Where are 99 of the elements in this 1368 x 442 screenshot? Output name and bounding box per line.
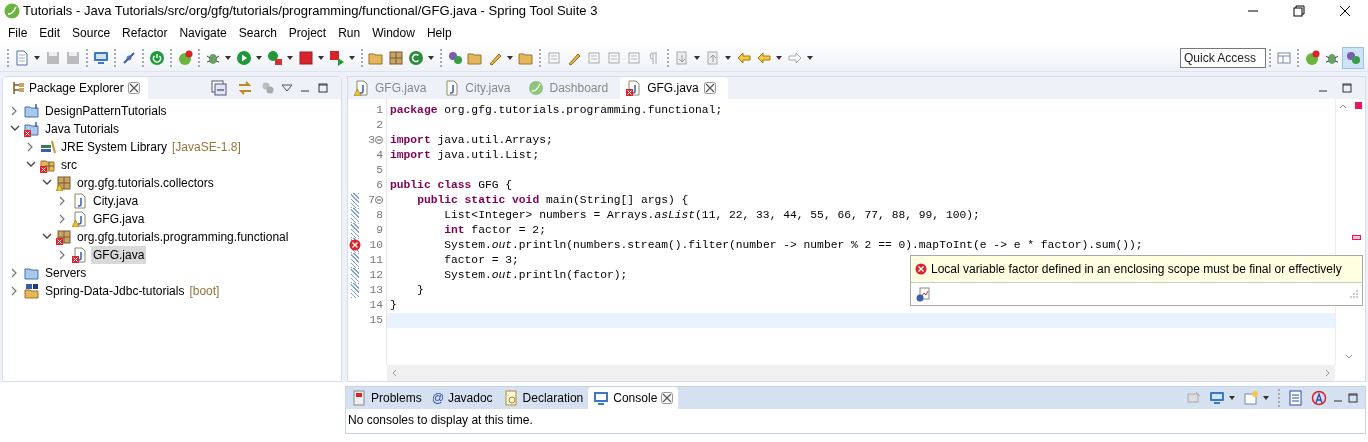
tree-item[interactable]: org.gfg.tutorials.programming.functional <box>75 228 291 246</box>
code-line: import java.util.List; <box>390 149 540 161</box>
code-line: import java.util.Arrays; <box>390 134 553 146</box>
error-message: Local variable factor defined in an enclosing scope must be final or effectively <box>931 261 1342 278</box>
error-overview-marker <box>1355 102 1362 109</box>
close-icon[interactable] <box>127 82 140 94</box>
library-icon <box>40 139 56 155</box>
code-line: System.out.println(numbers.stream().filter(number -> number % 2 == 0).mapToInt(e -> e * factor).sum()); <box>443 239 1143 251</box>
code-line: public class GFG { <box>390 179 513 191</box>
fold-icon[interactable] <box>375 136 383 144</box>
panel-tab[interactable]: Declaration <box>497 387 589 409</box>
tree-item[interactable]: Java Tutorials <box>43 120 122 138</box>
line-number: 4 <box>376 149 383 161</box>
line-number: 5 <box>376 164 383 176</box>
folder-icon <box>24 265 40 281</box>
close-icon[interactable] <box>661 392 674 404</box>
menu-item[interactable]: Navigate <box>173 24 233 42</box>
close-icon[interactable] <box>1339 5 1351 17</box>
declaration-icon <box>502 390 519 406</box>
line-number: 3 <box>368 134 375 146</box>
tree-item-decoration: [boot] <box>189 283 220 300</box>
spheres-icon[interactable] <box>1342 46 1364 69</box>
fold-icon[interactable] <box>375 196 383 204</box>
editor-tab[interactable]: GFG.java <box>620 77 728 99</box>
problems-icon <box>351 390 367 406</box>
code-line: factor = 3; <box>443 254 519 266</box>
line-number: 15 <box>369 314 383 326</box>
tree-item-decoration: [JavaSE-1.8] <box>172 139 241 156</box>
code-line: int factor = 2; <box>443 224 546 236</box>
line-number: 1 <box>376 104 383 116</box>
error-overview-marker <box>1352 235 1361 240</box>
tree-item[interactable]: GFG.java <box>91 246 147 264</box>
circled-letter-icon[interactable] <box>1309 388 1329 408</box>
resize-grip-icon[interactable] <box>1350 290 1358 298</box>
view-menu-icon[interactable] <box>281 82 293 94</box>
line-number: 11 <box>369 254 383 266</box>
line-number: 8 <box>376 209 383 221</box>
line-number: 6 <box>376 179 383 191</box>
code-line: package org.gfg.tutorials.programming.functional; <box>390 104 723 116</box>
tree-item[interactable]: JRE System Library <box>59 138 170 156</box>
tree-item[interactable]: Spring-Data-Jdbc-tutorials <box>43 282 187 300</box>
scroll-up-icon[interactable] <box>1339 102 1347 110</box>
menu-item[interactable]: Refactor <box>116 24 174 42</box>
filter-icon[interactable] <box>261 81 275 95</box>
leaf-icon <box>528 80 545 96</box>
collapse-all-icon[interactable] <box>209 78 229 98</box>
package-explorer-tab[interactable]: Package Explorer <box>3 77 148 99</box>
tree-item[interactable]: src <box>59 156 79 174</box>
maximize-icon[interactable] <box>1347 392 1359 404</box>
menu-item[interactable]: Search <box>232 24 283 42</box>
line-number: 14 <box>369 299 383 311</box>
tree-item[interactable]: City.java <box>91 192 141 210</box>
quick-fix-icon[interactable] <box>915 286 931 302</box>
tree-item[interactable]: GFG.java <box>91 210 147 228</box>
project-folder-icon <box>24 103 40 119</box>
tree-item[interactable]: Servers <box>43 264 89 282</box>
line-number: 9 <box>376 224 383 236</box>
line-number: 2 <box>376 119 383 131</box>
tree-item[interactable]: org.gfg.tutorials.collectors <box>75 174 216 192</box>
maximize-icon[interactable] <box>1341 82 1353 94</box>
java-file-icon <box>444 80 461 96</box>
quick-access-field[interactable]: Quick Access <box>1180 47 1266 68</box>
menu-item[interactable]: Project <box>282 24 333 42</box>
code-line: } <box>390 299 397 311</box>
menu-item[interactable]: Edit <box>33 24 67 42</box>
project-folder-icon <box>24 283 40 299</box>
window-title: Tutorials - Java Tutorials/src/org/gfg/tutorials/programming/functional/GFG.java - Spring Tool Suite 3 <box>23 2 599 21</box>
code-line: } <box>416 284 424 296</box>
code-line: List<Integer> numbers = Arrays.asList(11, 22, 33, 44, 55, 66, 77, 88, 99, 100); <box>443 209 980 221</box>
java-file-icon <box>72 193 88 209</box>
line-number: 13 <box>369 284 383 296</box>
panel-tab[interactable]: Problems <box>346 387 427 409</box>
horizontal-scrollbar[interactable] <box>387 365 1335 381</box>
menu-item[interactable]: Help <box>420 24 458 42</box>
restore-icon[interactable] <box>1293 5 1305 17</box>
leaf-icon <box>4 3 20 19</box>
error-icon <box>915 263 927 275</box>
line-number: 12 <box>369 269 383 281</box>
menu-item[interactable]: Source <box>66 24 117 42</box>
console-message: No consoles to display at this time. <box>347 412 534 429</box>
line-number: 10 <box>369 239 383 251</box>
scroll-left-icon[interactable] <box>391 369 397 377</box>
panel-tab[interactable]: @ Javadoc <box>426 387 498 409</box>
monitor-icon <box>593 390 610 406</box>
at-sign-icon: @ <box>431 389 444 407</box>
hierarchy-icon <box>11 81 25 95</box>
scroll-right-icon[interactable] <box>1325 369 1331 377</box>
code-line: public static void main(String[] args) { <box>416 194 689 206</box>
panel-tab[interactable]: Console <box>588 387 679 409</box>
line-number: 7 <box>368 194 375 206</box>
close-icon[interactable] <box>703 82 716 94</box>
new-window-icon[interactable] <box>1241 388 1261 408</box>
menu-item[interactable]: Window <box>366 24 421 42</box>
menu-item[interactable]: File <box>2 24 34 42</box>
scroll-down-icon[interactable] <box>1345 353 1353 361</box>
tree-item[interactable]: DesignPatternTutorials <box>43 102 169 120</box>
code-line: System.out.println(factor); <box>443 269 628 281</box>
menu-item[interactable]: Run <box>332 24 367 42</box>
maximize-icon[interactable] <box>317 82 329 94</box>
